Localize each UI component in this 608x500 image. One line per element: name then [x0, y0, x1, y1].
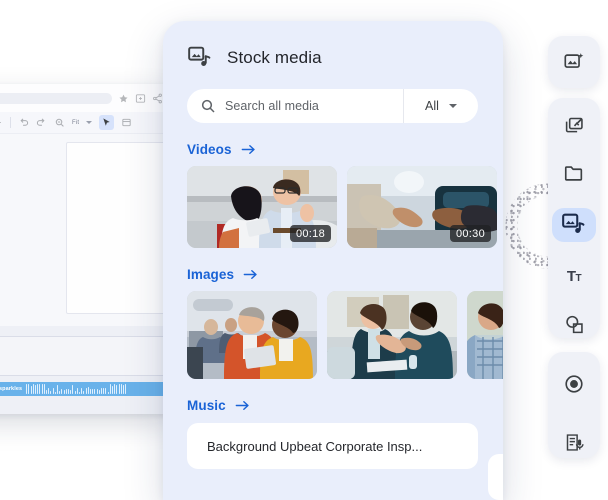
thumbnail-art: [327, 291, 457, 379]
folder-icon: [564, 166, 583, 181]
star-icon[interactable]: [118, 93, 129, 104]
media-type-filter[interactable]: All: [404, 89, 478, 123]
section-title: Images: [187, 267, 235, 282]
timeline-track-area[interactable]: [0, 336, 168, 376]
page-title: Stock media: [227, 48, 322, 67]
video-duration: 00:18: [289, 225, 331, 242]
search-bar: Search all media All: [187, 89, 478, 123]
search-input[interactable]: Search all media: [187, 89, 403, 123]
add-icon[interactable]: [0, 117, 3, 128]
thumbnail-art: [467, 291, 503, 379]
rail-group-tools: TT: [548, 98, 600, 338]
videos-row: 00:18 00:30: [163, 166, 503, 248]
shapes-icon: [565, 316, 583, 334]
video-duration: 00:30: [449, 225, 491, 242]
annotate-image-button[interactable]: [554, 112, 594, 138]
stock-media-panel: Stock media Search all media All Videos: [163, 21, 503, 500]
section-header-music[interactable]: Music: [187, 398, 503, 413]
search-icon: [201, 99, 215, 113]
url-bar[interactable]: [0, 92, 112, 104]
stock-media-icon: [562, 213, 585, 234]
redo-icon[interactable]: [36, 117, 47, 128]
fit-dropdown-label[interactable]: Fit: [72, 120, 79, 126]
audio-clip-label: Day sparkles: [0, 386, 23, 392]
folder-button[interactable]: [554, 160, 594, 186]
section-title: Videos: [187, 142, 232, 157]
audio-waveform: [26, 384, 163, 394]
ai-image-button[interactable]: [554, 45, 594, 79]
panel-header: Stock media: [163, 21, 503, 71]
editor-canvas[interactable]: [0, 134, 176, 326]
frame-tool-icon[interactable]: [121, 117, 132, 128]
screenshot-stage: Fit ♪ Day sparkles: [0, 0, 608, 500]
audio-clip[interactable]: ♪ Day sparkles: [0, 382, 168, 396]
music-track-card[interactable]: Background Upbeat Corporate Insp...: [187, 423, 478, 469]
annotate-image-icon: [565, 117, 583, 132]
arrow-right-icon: [235, 401, 249, 410]
browser-chrome-bar: [0, 84, 176, 112]
images-row: [163, 291, 503, 379]
stock-media-icon: [188, 46, 211, 67]
background-editor-window: Fit ♪ Day sparkles: [0, 84, 176, 414]
undo-icon[interactable]: [18, 117, 29, 128]
section-header-videos[interactable]: Videos: [187, 142, 503, 157]
editor-timeline: ♪ Day sparkles: [0, 326, 176, 414]
chevron-down-icon[interactable]: [86, 121, 93, 124]
text-button[interactable]: TT: [554, 264, 594, 290]
script-mic-icon: [566, 433, 584, 451]
rail-group-ai: [548, 36, 600, 88]
zoom-icon[interactable]: [54, 117, 65, 128]
image-thumbnail[interactable]: [327, 291, 457, 379]
record-button[interactable]: [554, 368, 594, 400]
music-track-title: Background Upbeat Corporate Insp...: [207, 438, 423, 454]
video-thumbnail[interactable]: 00:30: [347, 166, 497, 248]
search-placeholder: Search all media: [225, 99, 319, 113]
shapes-button[interactable]: [554, 312, 594, 338]
arrow-right-icon: [243, 270, 257, 279]
music-track-card-next[interactable]: [488, 454, 503, 500]
arrow-right-icon: [241, 145, 255, 154]
chevron-down-icon: [448, 104, 457, 108]
stock-media-button[interactable]: [552, 208, 596, 242]
video-thumbnail[interactable]: 00:18: [187, 166, 337, 248]
toolbar-divider: [10, 117, 11, 128]
thumbnail-art: [187, 291, 317, 379]
install-app-icon[interactable]: [135, 93, 146, 104]
rail-group-capture: [548, 352, 600, 458]
ai-image-icon: [564, 53, 584, 68]
filter-value: All: [425, 99, 439, 113]
section-title: Music: [187, 398, 226, 413]
section-header-images[interactable]: Images: [187, 267, 503, 282]
share-icon[interactable]: [152, 93, 163, 104]
record-icon: [565, 375, 583, 393]
cursor-tool-icon[interactable]: [99, 115, 115, 130]
image-thumbnail[interactable]: [187, 291, 317, 379]
editor-toolbar: Fit: [0, 112, 176, 134]
script-recorder-button[interactable]: [554, 426, 594, 458]
image-thumbnail[interactable]: [467, 291, 503, 379]
text-icon: TT: [566, 268, 582, 286]
slide-artboard[interactable]: [66, 142, 176, 314]
